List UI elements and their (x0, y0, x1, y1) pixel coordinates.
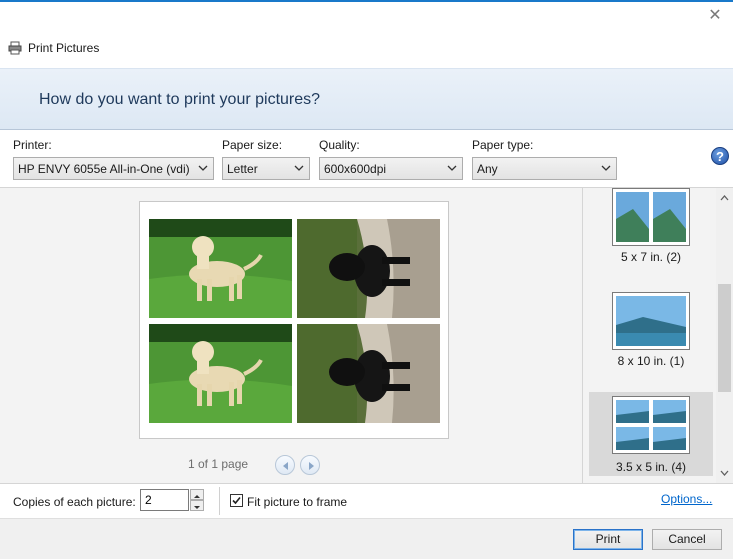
layout-thumbnail (612, 396, 690, 454)
fit-to-frame-checkbox[interactable] (230, 494, 243, 507)
paper-type-select[interactable]: Any (472, 157, 617, 180)
options-link[interactable]: Options... (661, 492, 712, 506)
layout-label: 5 x 7 in. (2) (620, 250, 682, 264)
copies-label: Copies of each picture: (13, 495, 136, 509)
layout-label: 8 x 10 in. (1) (617, 354, 685, 368)
quality-select[interactable]: 600x600dpi (319, 157, 463, 180)
printer-select[interactable]: HP ENVY 6055e All-in-One (vdi) (13, 157, 214, 180)
copies-increment-button[interactable] (190, 489, 204, 500)
paper-size-select[interactable]: Letter (222, 157, 310, 180)
arrow-down-icon (194, 506, 200, 509)
printer-value: HP ENVY 6055e All-in-One (vdi) (18, 162, 190, 176)
chevron-down-icon (601, 165, 611, 171)
copies-input[interactable] (140, 489, 189, 511)
arrow-right-icon (309, 462, 314, 470)
print-preview-area: 1 of 1 page (0, 187, 582, 484)
chevron-down-icon (294, 165, 304, 171)
layout-scrollbar[interactable] (716, 188, 733, 483)
layout-list[interactable]: 5 x 7 in. (2) 8 x 10 in. (1) 3.5 x 5 in.… (582, 187, 733, 484)
scroll-down-icon[interactable] (720, 468, 729, 477)
printer-label: Printer: (13, 138, 52, 152)
next-page-button[interactable] (300, 455, 320, 475)
preview-photo-puppy (297, 324, 440, 423)
scroll-up-icon[interactable] (720, 194, 729, 203)
chevron-down-icon (198, 165, 208, 171)
preview-page (139, 201, 449, 439)
paper-size-label: Paper size: (222, 138, 283, 152)
help-icon[interactable]: ? (711, 147, 729, 165)
banner-question: How do you want to print your pictures? (39, 91, 321, 108)
quality-value: 600x600dpi (324, 162, 387, 176)
paper-type-value: Any (477, 162, 498, 176)
layout-label: 3.5 x 5 in. (4) (615, 460, 687, 474)
dialog-footer: Print Cancel (0, 518, 733, 559)
fit-to-frame-label[interactable]: Fit picture to frame (247, 495, 347, 509)
print-button[interactable]: Print (573, 529, 643, 550)
checkmark-icon (232, 496, 241, 505)
paper-size-value: Letter (227, 162, 258, 176)
preview-photo-dog (149, 324, 292, 423)
layout-item-3-5x5[interactable]: 3.5 x 5 in. (4) (589, 392, 713, 476)
layout-thumbnail (612, 188, 690, 246)
page-indicator: 1 of 1 page (188, 457, 249, 471)
paper-type-label: Paper type: (472, 138, 534, 152)
printer-icon (8, 41, 22, 55)
copies-decrement-button[interactable] (190, 500, 204, 511)
arrow-left-icon (283, 462, 288, 470)
quality-label: Quality: (319, 138, 360, 152)
header-banner: How do you want to print your pictures? (0, 68, 733, 130)
close-button[interactable]: ✕ (707, 8, 723, 24)
cancel-button[interactable]: Cancel (652, 529, 722, 550)
previous-page-button[interactable] (275, 455, 295, 475)
window-title: Print Pictures (28, 41, 100, 55)
layout-item-8x10[interactable]: 8 x 10 in. (1) (589, 286, 713, 370)
title-bar: Print Pictures (8, 39, 99, 57)
divider (219, 487, 220, 515)
layout-thumbnail (612, 292, 690, 350)
preview-photo-puppy (297, 219, 440, 318)
layout-item-5x7[interactable]: 5 x 7 in. (2) (589, 188, 713, 266)
print-pictures-dialog: ✕ Print Pictures How do you want to prin… (0, 0, 733, 559)
preview-photo-dog (149, 219, 292, 318)
scroll-thumb[interactable] (718, 284, 731, 392)
print-options-row: Copies of each picture: Fit picture to f… (0, 484, 733, 518)
chevron-down-icon (447, 165, 457, 171)
